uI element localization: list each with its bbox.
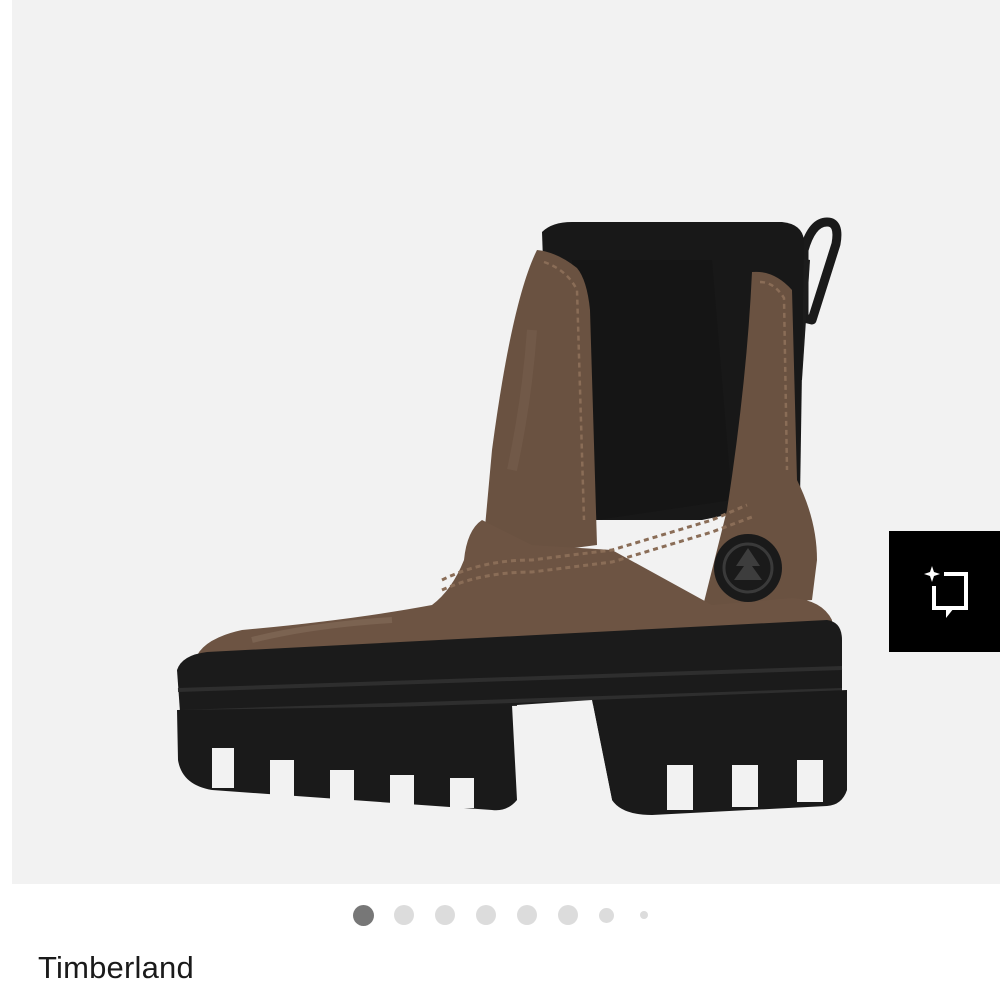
carousel-dot-8[interactable] <box>639 911 648 919</box>
carousel-dot-3[interactable] <box>434 905 455 925</box>
product-image-gallery[interactable] <box>12 0 1000 884</box>
carousel-dot-7[interactable] <box>598 907 614 923</box>
product-image <box>177 217 847 815</box>
brand-name[interactable]: Timberland <box>38 946 194 990</box>
carousel-dot-6[interactable] <box>557 905 578 925</box>
carousel-dot-2[interactable] <box>393 905 414 925</box>
carousel-pagination <box>0 904 1000 926</box>
sparkle-crop-icon <box>923 565 968 618</box>
carousel-dot-1[interactable] <box>352 904 374 926</box>
product-page: Timberland <box>0 0 1000 1000</box>
carousel-dot-4[interactable] <box>475 905 496 925</box>
carousel-dot-5[interactable] <box>516 905 537 925</box>
ai-crop-search-button[interactable] <box>889 531 1000 652</box>
